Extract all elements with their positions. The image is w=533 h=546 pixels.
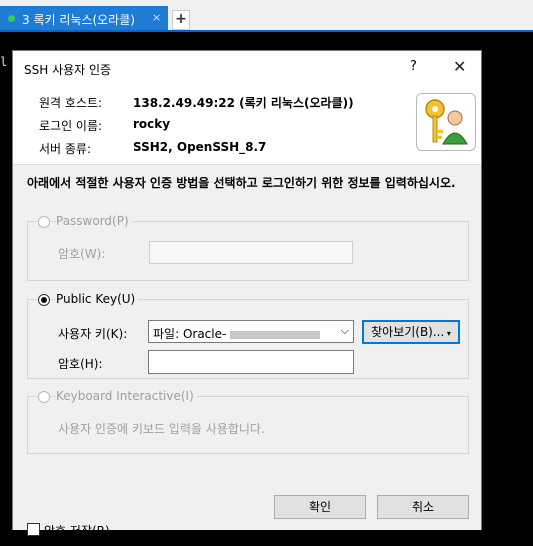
user-key-label: 사용자 키(K): [58,327,128,341]
save-password-label: 암호 저장(R) [44,524,110,538]
user-key-text: 파일: Oracle- [153,327,227,341]
close-icon[interactable]: ✕ [453,57,466,76]
keyboard-interactive-desc: 사용자 인증에 키보드 입력을 사용합니다. [58,422,265,436]
terminal-text: l [0,55,8,69]
browse-button[interactable]: 찾아보기(B)... ▾ [362,320,460,344]
tab-bar: 3 록키 리눅스(오라클) × + [0,0,533,32]
remote-host-label: 원격 호스트: [39,96,103,110]
login-name-label: 로그인 이름: [39,119,103,133]
remote-host-value: 138.2.49.49:22 (록키 리눅스(오라클)) [133,96,354,110]
passphrase-input[interactable] [148,350,354,374]
user-key-value: 파일: Oracle- [153,325,338,342]
keyboard-interactive-radio[interactable] [38,391,50,403]
password-input[interactable] [149,241,353,264]
public-key-group: Public Key(U) 사용자 키(K): 파일: Oracle- ⌵ 찾아… [27,292,469,379]
public-key-radio[interactable] [38,294,50,306]
cancel-button[interactable]: 취소 [377,495,469,519]
chevron-down-icon: ⌵ [340,324,349,337]
password-radio[interactable] [38,216,50,228]
public-key-radio-label: Public Key(U) [56,292,139,306]
auth-methods-panel: 아래에서 적절한 사용자 인증 방법을 선택하고 로그인하기 위한 정보를 입력… [13,164,481,538]
tab-close-icon[interactable]: × [152,11,161,24]
ok-button[interactable]: 확인 [274,495,366,519]
server-type-label: 서버 종류: [39,142,92,156]
ssh-auth-dialog: SSH 사용자 인증 ? ✕ 원격 호스트: 138.2.49.49:22 (록… [12,50,482,538]
instruction-text: 아래에서 적절한 사용자 인증 방법을 선택하고 로그인하기 위한 정보를 입력… [27,176,456,190]
password-radio-label: Password(P) [56,214,132,228]
connection-info: 원격 호스트: 138.2.49.49:22 (록키 리눅스(오라클)) 로그인… [13,84,481,164]
server-type-value: SSH2, OpenSSH_8.7 [133,140,267,154]
key-user-icon [416,93,476,151]
new-tab-button[interactable]: + [172,10,190,30]
dropdown-arrow-icon: ▾ [444,329,451,338]
user-key-select[interactable]: 파일: Oracle- ⌵ [148,320,354,343]
browse-button-label: 찾아보기(B)... [371,325,445,339]
login-name-value: rocky [133,117,171,131]
passphrase-label: 암호(H): [58,357,103,371]
keyboard-interactive-radio-label: Keyboard Interactive(I) [56,389,197,403]
password-field-label: 암호(W): [58,247,106,261]
save-password-checkbox[interactable] [27,523,40,536]
tab-underline [0,30,533,32]
keyboard-interactive-group: Keyboard Interactive(I) 사용자 인증에 키보드 입력을 … [27,389,469,454]
password-group: Password(P) 암호(W): [27,214,469,281]
redacted-filename [230,330,321,339]
dialog-title: SSH 사용자 인증 [24,63,112,77]
tab-label: 3 록키 리눅스(오라클) [22,13,135,27]
help-button[interactable]: ? [410,59,417,74]
connection-status-icon [8,15,15,22]
tab-rocky-linux-oracle[interactable]: 3 록키 리눅스(오라클) × [0,6,168,30]
